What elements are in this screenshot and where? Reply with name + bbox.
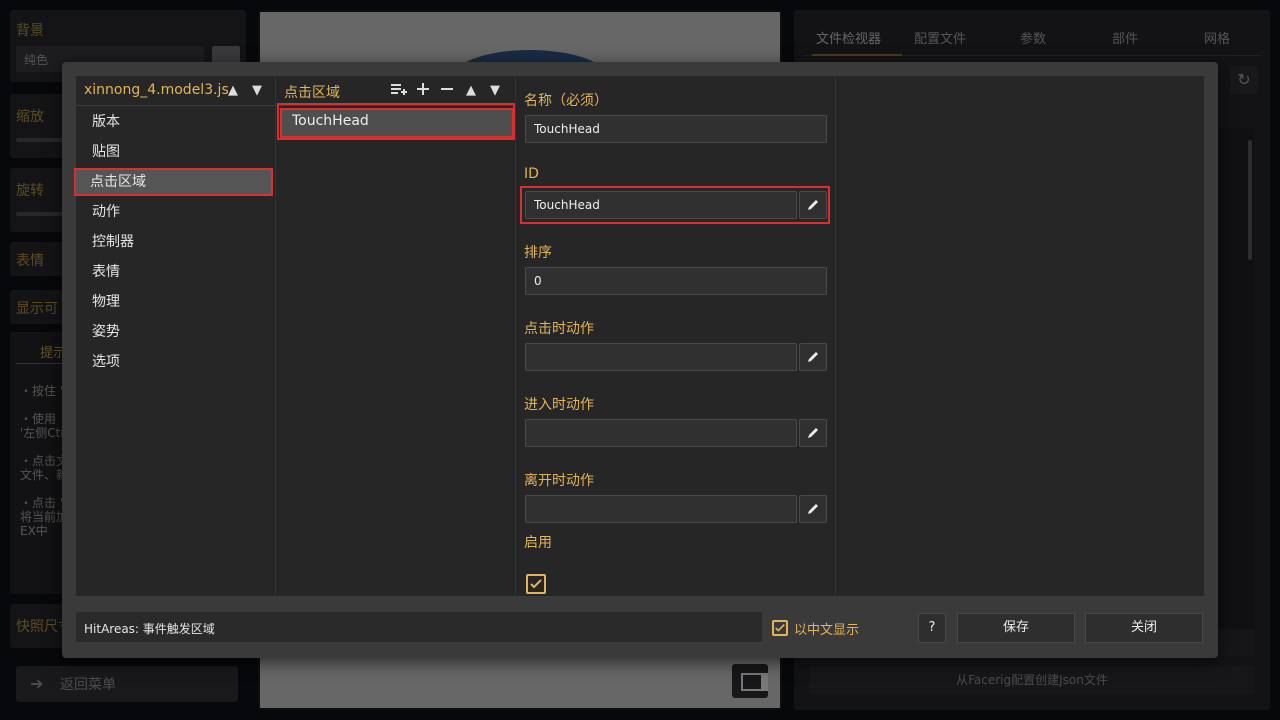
list-title: 点击区域 bbox=[284, 85, 340, 101]
move-down-icon[interactable]: ▼ bbox=[486, 82, 504, 100]
nav-header: xinnong_4.model3.js ▲ ▼ bbox=[76, 76, 275, 106]
nav-item-motions[interactable]: 动作 bbox=[76, 198, 275, 226]
tap-motion-label: 点击时动作 bbox=[524, 321, 594, 337]
nav-item-textures[interactable]: 贴图 bbox=[76, 138, 275, 166]
move-up-icon[interactable]: ▲ bbox=[462, 82, 480, 100]
add-icon[interactable] bbox=[414, 82, 432, 100]
pencil-icon bbox=[808, 352, 818, 362]
enter-motion-edit-button[interactable] bbox=[799, 419, 827, 447]
check-icon bbox=[775, 623, 785, 632]
id-edit-button[interactable] bbox=[799, 191, 827, 219]
pencil-icon bbox=[808, 428, 818, 438]
enter-motion-label: 进入时动作 bbox=[524, 397, 594, 413]
leave-motion-edit-button[interactable] bbox=[799, 495, 827, 523]
nav-item-version[interactable]: 版本 bbox=[76, 108, 275, 136]
model-config-dialog: xinnong_4.model3.js ▲ ▼ 版本 贴图 点击区域 动作 控制… bbox=[62, 62, 1218, 658]
show-chinese-checkbox[interactable] bbox=[772, 620, 788, 636]
list-header: 点击区域 ▲ ▼ bbox=[276, 76, 515, 106]
nav-item-hit-areas[interactable]: 点击区域 bbox=[74, 168, 273, 196]
leave-motion-input[interactable] bbox=[525, 495, 797, 523]
name-input[interactable] bbox=[525, 115, 827, 143]
nav-item-pose[interactable]: 姿势 bbox=[76, 318, 275, 346]
close-button[interactable]: 关闭 bbox=[1085, 613, 1203, 643]
arrow-up-icon[interactable]: ▲ bbox=[224, 82, 242, 100]
nav-item-physics[interactable]: 物理 bbox=[76, 288, 275, 316]
check-icon bbox=[530, 579, 542, 589]
nav-item-controllers[interactable]: 控制器 bbox=[76, 228, 275, 256]
list-item[interactable]: TouchHead bbox=[280, 108, 514, 138]
pencil-icon bbox=[808, 200, 818, 210]
arrow-down-icon[interactable]: ▼ bbox=[248, 82, 266, 100]
file-name: xinnong_4.model3.js bbox=[84, 82, 229, 98]
id-input[interactable] bbox=[525, 191, 797, 219]
tap-motion-input[interactable] bbox=[525, 343, 797, 371]
show-chinese-label: 以中文显示 bbox=[794, 623, 860, 638]
properties-column: 名称（必须） ID 排序 点击时动作 进入时动作 离开时动作 bbox=[516, 76, 836, 596]
tap-motion-edit-button[interactable] bbox=[799, 343, 827, 371]
dialog-body: xinnong_4.model3.js ▲ ▼ 版本 贴图 点击区域 动作 控制… bbox=[74, 76, 1204, 596]
nav-item-expressions[interactable]: 表情 bbox=[76, 258, 275, 286]
enabled-checkbox[interactable] bbox=[526, 574, 546, 594]
order-label: 排序 bbox=[524, 245, 552, 261]
enter-motion-input[interactable] bbox=[525, 419, 797, 447]
nav-column: xinnong_4.model3.js ▲ ▼ 版本 贴图 点击区域 动作 控制… bbox=[74, 76, 276, 596]
add-batch-icon[interactable] bbox=[390, 82, 408, 100]
hit-area-list-column: 点击区域 ▲ ▼ TouchHead bbox=[276, 76, 516, 596]
pencil-icon bbox=[808, 504, 818, 514]
save-button[interactable]: 保存 bbox=[957, 613, 1075, 643]
description-bar: HitAreas: 事件触发区域 bbox=[76, 612, 762, 642]
preview-column bbox=[836, 76, 1204, 596]
enabled-label: 启用 bbox=[524, 535, 552, 551]
help-button[interactable]: ? bbox=[918, 613, 946, 643]
leave-motion-label: 离开时动作 bbox=[524, 473, 594, 489]
id-label: ID bbox=[524, 166, 539, 182]
nav-item-options[interactable]: 选项 bbox=[76, 348, 275, 376]
remove-icon[interactable] bbox=[438, 82, 456, 100]
order-input[interactable] bbox=[525, 267, 827, 295]
name-label: 名称（必须） bbox=[524, 93, 608, 109]
